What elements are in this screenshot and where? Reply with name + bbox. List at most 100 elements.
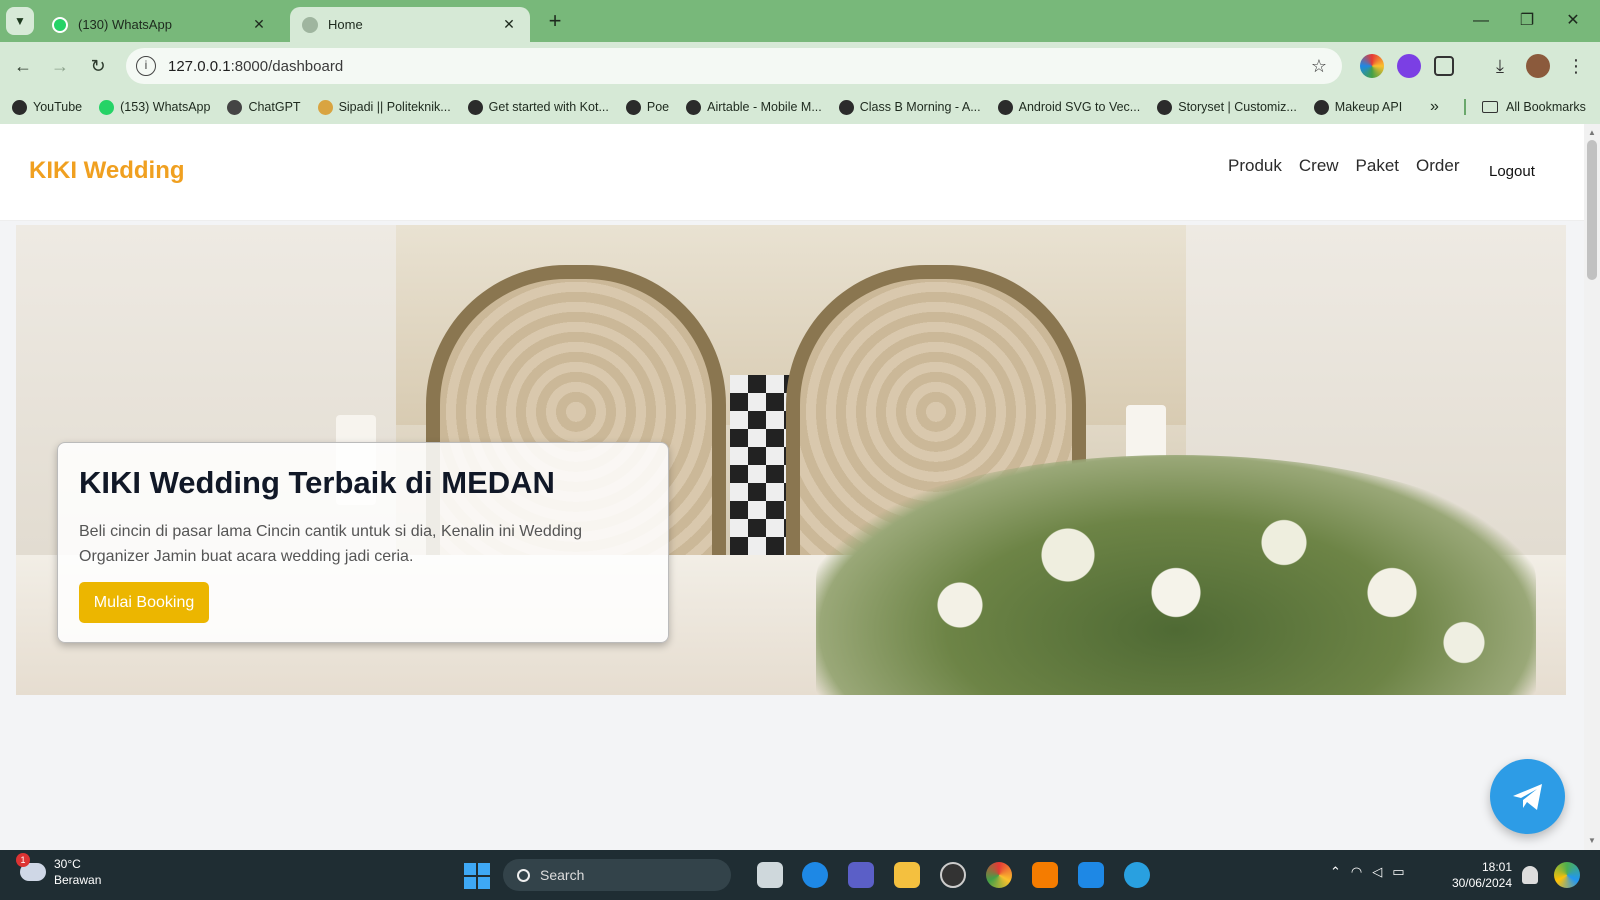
- taskbar-search[interactable]: Search: [503, 859, 731, 891]
- more-bookmarks-icon[interactable]: »: [1430, 90, 1439, 124]
- cloud-icon: 1: [16, 853, 46, 881]
- download-icon[interactable]: ⤓: [1488, 54, 1512, 78]
- extensions-puzzle-icon[interactable]: [1434, 56, 1454, 76]
- bookmark-label: Sipadi || Politeknik...: [338, 100, 451, 114]
- scroll-thumb[interactable]: [1587, 140, 1597, 280]
- chrome-icon[interactable]: [986, 862, 1012, 888]
- forward-button[interactable]: →: [46, 52, 74, 80]
- scroll-up-icon[interactable]: ▲: [1588, 128, 1596, 137]
- vscode-icon[interactable]: [1078, 862, 1104, 888]
- bookmark-label: Makeup API: [1334, 100, 1403, 114]
- logout-button[interactable]: Logout: [1489, 163, 1535, 180]
- url-text[interactable]: 127.0.0.1:8000/dashboard: [168, 58, 1304, 75]
- bookmark-label: Get started with Kot...: [488, 100, 609, 114]
- nav-paket[interactable]: Paket: [1356, 156, 1399, 176]
- wifi-icon[interactable]: ◠: [1351, 864, 1362, 880]
- battery-icon[interactable]: ▭: [1392, 864, 1404, 880]
- address-bar[interactable]: i 127.0.0.1:8000/dashboard ☆: [126, 48, 1342, 84]
- all-bookmarks-button[interactable]: All Bookmarks: [1482, 90, 1586, 124]
- windows-logo-pane: [478, 863, 490, 875]
- telegram-chat-button[interactable]: [1490, 759, 1565, 834]
- notification-bell-icon[interactable]: [1522, 866, 1538, 884]
- teams-icon[interactable]: [848, 862, 874, 888]
- telegram-icon: [1512, 783, 1542, 810]
- close-window-button[interactable]: ✕: [1550, 6, 1596, 36]
- restore-button[interactable]: ❐: [1504, 6, 1550, 36]
- telegram-app-icon[interactable]: [1124, 862, 1150, 888]
- site-brand[interactable]: KIKI Wedding: [29, 157, 185, 185]
- bookmarks-bar: YouTube (153) WhatsApp ChatGPT Sipadi ||…: [0, 90, 1600, 124]
- site-info-icon[interactable]: i: [136, 56, 156, 76]
- bookmark-item[interactable]: Android SVG to Vec...: [997, 99, 1140, 115]
- notification-badge: 1: [16, 853, 30, 867]
- extension-icon[interactable]: [1397, 54, 1421, 78]
- bookmark-item[interactable]: Storyset | Customiz...: [1157, 99, 1297, 115]
- url-path: :8000/dashboard: [230, 57, 344, 75]
- page-scrollbar[interactable]: ▲ ▼: [1584, 124, 1600, 850]
- site-icon: [997, 99, 1013, 115]
- tab-title: Home: [328, 17, 363, 32]
- nav-order[interactable]: Order: [1416, 156, 1459, 176]
- divider: [1464, 99, 1466, 115]
- bookmark-item[interactable]: Sipadi || Politeknik...: [317, 99, 451, 115]
- file-explorer-icon[interactable]: [894, 862, 920, 888]
- booking-button[interactable]: Mulai Booking: [79, 582, 209, 623]
- bookmark-label: Storyset | Customiz...: [1178, 100, 1297, 114]
- reload-button[interactable]: ↻: [84, 52, 112, 80]
- bookmark-item[interactable]: Poe: [625, 99, 669, 115]
- scroll-down-icon[interactable]: ▼: [1588, 836, 1596, 845]
- nav-crew[interactable]: Crew: [1299, 156, 1339, 176]
- chevron-up-icon[interactable]: ⌃: [1330, 864, 1341, 880]
- task-view-icon[interactable]: [757, 862, 783, 888]
- site-icon: [12, 99, 27, 115]
- bookmark-item[interactable]: YouTube: [12, 99, 82, 115]
- web-page: KIKI Wedding Produk Crew Paket Order Log…: [0, 124, 1584, 850]
- browser-toolbar: ← → ↻ i 127.0.0.1:8000/dashboard ☆ ⤓ ⋮: [0, 42, 1600, 90]
- avatar[interactable]: [1526, 54, 1550, 78]
- bookmark-item[interactable]: Class B Morning - A...: [838, 99, 981, 115]
- search-icon: [517, 868, 530, 882]
- back-button[interactable]: ←: [9, 52, 37, 80]
- bookmark-label: Class B Morning - A...: [859, 100, 981, 114]
- hero-description: Beli cincin di pasar lama Cincin cantik …: [79, 523, 583, 565]
- obs-icon[interactable]: [940, 862, 966, 888]
- bookmark-star-icon[interactable]: ☆: [1304, 56, 1334, 77]
- xampp-icon[interactable]: [1032, 862, 1058, 888]
- site-icon: [625, 99, 641, 115]
- minimize-button[interactable]: —: [1458, 6, 1504, 36]
- hero-title: KIKI Wedding Terbaik di MEDAN: [79, 465, 555, 500]
- nav-produk[interactable]: Produk: [1228, 156, 1282, 176]
- bookmark-item[interactable]: Get started with Kot...: [467, 99, 609, 115]
- globe-icon: [302, 16, 318, 33]
- tab-whatsapp[interactable]: (130) WhatsApp ✕: [40, 7, 280, 42]
- windows-logo-pane: [478, 877, 490, 889]
- extension-icon[interactable]: [1360, 54, 1384, 78]
- site-icon: [1313, 99, 1329, 115]
- weather-widget[interactable]: 1 30°C Berawan: [16, 853, 102, 888]
- volume-icon[interactable]: ◁: [1372, 864, 1382, 880]
- date: 30/06/2024: [1451, 876, 1512, 890]
- bookmark-label: Airtable - Mobile M...: [707, 100, 822, 114]
- copilot-icon[interactable]: [1554, 862, 1580, 888]
- start-button[interactable]: [464, 863, 490, 889]
- tab-home[interactable]: Home ✕: [290, 7, 530, 42]
- bookmark-item[interactable]: Makeup API: [1313, 99, 1403, 115]
- system-tray: ⌃ ◠ ◁ ▭: [1330, 864, 1405, 880]
- bookmark-item[interactable]: Airtable - Mobile M...: [686, 99, 822, 115]
- windows-logo-pane: [464, 877, 476, 889]
- clock[interactable]: 18:01 30/06/2024: [1448, 859, 1512, 891]
- time: 18:01: [1481, 860, 1512, 874]
- new-tab-button[interactable]: +: [542, 8, 568, 34]
- close-icon[interactable]: ✕: [500, 16, 518, 33]
- whatsapp-icon: [99, 99, 115, 115]
- more-menu-icon[interactable]: ⋮: [1564, 54, 1588, 78]
- tab-title: (130) WhatsApp: [78, 17, 172, 32]
- polytechnic-icon: [317, 99, 333, 115]
- edge-icon[interactable]: [802, 862, 828, 888]
- site-icon: [467, 99, 483, 115]
- tab-search-menu-button[interactable]: ▼: [6, 7, 34, 35]
- close-icon[interactable]: ✕: [250, 16, 268, 33]
- bookmark-item[interactable]: ChatGPT: [227, 99, 301, 115]
- weather-condition: Berawan: [54, 873, 102, 887]
- bookmark-item[interactable]: (153) WhatsApp: [99, 99, 210, 115]
